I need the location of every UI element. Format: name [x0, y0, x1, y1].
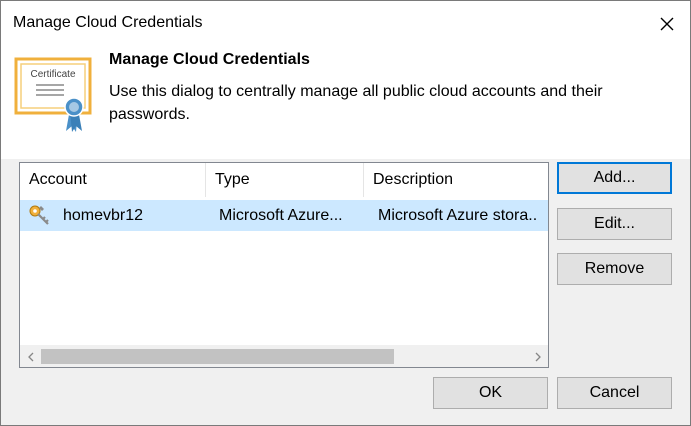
- chevron-left-icon: [27, 352, 33, 361]
- column-header-type[interactable]: Type: [206, 163, 364, 197]
- remove-button[interactable]: Remove: [557, 253, 672, 285]
- scroll-left-button[interactable]: [20, 346, 41, 367]
- table-row[interactable]: homevbr12 Microsoft Azure... Microsoft A…: [20, 200, 548, 231]
- row-account: homevbr12: [63, 207, 144, 224]
- row-description: Microsoft Azure stora..: [378, 207, 538, 224]
- column-header-account[interactable]: Account: [20, 163, 206, 197]
- certificate-icon: Certificate: [14, 57, 92, 132]
- key-icon: [29, 205, 49, 225]
- horizontal-scrollbar[interactable]: [20, 345, 548, 367]
- add-button[interactable]: Add...: [557, 162, 672, 194]
- manage-cloud-credentials-dialog: Manage Cloud Credentials Certificate Man…: [0, 0, 691, 426]
- dialog-header: Certificate Manage Cloud Credentials Use…: [1, 47, 690, 159]
- chevron-right-icon: [535, 352, 541, 361]
- credentials-list[interactable]: Account Type Description homevbr12 Micro…: [19, 162, 549, 368]
- ok-button[interactable]: OK: [433, 377, 548, 409]
- header-title: Manage Cloud Credentials: [109, 51, 310, 68]
- close-icon: [660, 17, 674, 31]
- scrollbar-thumb[interactable]: [41, 349, 394, 364]
- dialog-body: Account Type Description homevbr12 Micro…: [1, 159, 690, 425]
- window-title: Manage Cloud Credentials: [13, 14, 203, 31]
- title-bar: Manage Cloud Credentials: [1, 1, 690, 47]
- row-type: Microsoft Azure...: [219, 207, 343, 224]
- edit-button[interactable]: Edit...: [557, 208, 672, 240]
- cancel-button[interactable]: Cancel: [557, 377, 672, 409]
- list-header: Account Type Description: [20, 163, 548, 197]
- column-header-description[interactable]: Description: [364, 163, 548, 197]
- close-button[interactable]: [650, 7, 684, 41]
- scroll-right-button[interactable]: [527, 346, 548, 367]
- certificate-icon-label: Certificate: [30, 69, 75, 80]
- header-description: Use this dialog to centrally manage all …: [109, 83, 603, 123]
